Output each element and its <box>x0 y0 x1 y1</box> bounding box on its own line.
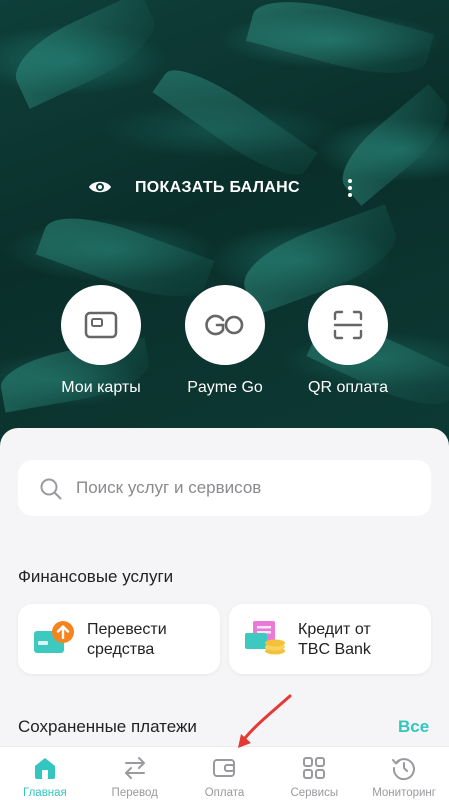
tbc-credit-line2: TBC Bank <box>298 641 371 658</box>
my-cards-button[interactable] <box>61 285 141 365</box>
transfer-card-icon <box>34 621 74 653</box>
tab-monitoring-label: Мониторинг <box>372 787 436 799</box>
tab-payment-label: Оплата <box>204 787 245 799</box>
payme-go-logo-icon <box>205 314 244 336</box>
quick-action-payme-go[interactable]: Payme Go <box>165 285 285 397</box>
payme-go-button[interactable] <box>185 285 265 365</box>
bottom-tab-bar: Главная Перевод Оплата Сервисы Мониторин… <box>0 746 449 800</box>
annotation-arrow-icon <box>238 694 292 748</box>
tbc-credit-line1: Кредит от <box>298 621 371 638</box>
saved-payments-title: Сохраненные платежи <box>18 717 197 736</box>
tab-transfer-label: Перевод <box>111 787 158 799</box>
tab-home[interactable]: Главная <box>0 747 90 800</box>
qr-payment-label: QR оплата <box>308 379 388 396</box>
search-bar[interactable] <box>18 460 431 516</box>
my-cards-label: Мои карты <box>61 379 141 396</box>
search-icon <box>40 478 62 500</box>
payme-go-label: Payme Go <box>187 379 263 396</box>
transfer-funds-line1: Перевести <box>87 621 167 638</box>
qr-payment-button[interactable] <box>308 285 388 365</box>
transfer-arrows-icon <box>124 757 145 779</box>
credit-icon <box>245 621 285 655</box>
more-vertical-icon[interactable] <box>340 176 360 200</box>
transfer-funds-card[interactable]: Перевести средства <box>18 604 220 674</box>
tbc-credit-card[interactable]: Кредит от TBC Bank <box>229 604 431 674</box>
tab-services-label: Сервисы <box>290 787 339 799</box>
grid-icon <box>303 757 326 779</box>
financial-services-title: Финансовые услуги <box>18 567 174 586</box>
home-icon <box>34 758 55 779</box>
tab-monitoring[interactable]: Мониторинг <box>359 747 449 800</box>
wallet-icon <box>213 759 236 777</box>
quick-action-my-cards[interactable]: Мои карты <box>41 285 161 397</box>
search-input[interactable] <box>76 460 416 516</box>
saved-payments-all-link[interactable]: Все <box>398 717 429 737</box>
show-balance-row[interactable]: ПОКАЗАТЬ БАЛАНС <box>0 172 449 204</box>
history-icon <box>392 758 415 781</box>
transfer-funds-line2: средства <box>87 641 155 658</box>
qr-scan-icon <box>333 310 363 340</box>
tab-home-label: Главная <box>23 787 67 799</box>
show-balance-label[interactable]: ПОКАЗАТЬ БАЛАНС <box>135 179 300 197</box>
quick-action-qr-payment[interactable]: QR оплата <box>288 285 408 397</box>
tab-transfer[interactable]: Перевод <box>90 747 180 800</box>
main-sheet: Финансовые услуги Перевести средства Кре… <box>0 428 449 800</box>
card-icon <box>84 311 118 339</box>
eye-icon <box>89 181 111 193</box>
